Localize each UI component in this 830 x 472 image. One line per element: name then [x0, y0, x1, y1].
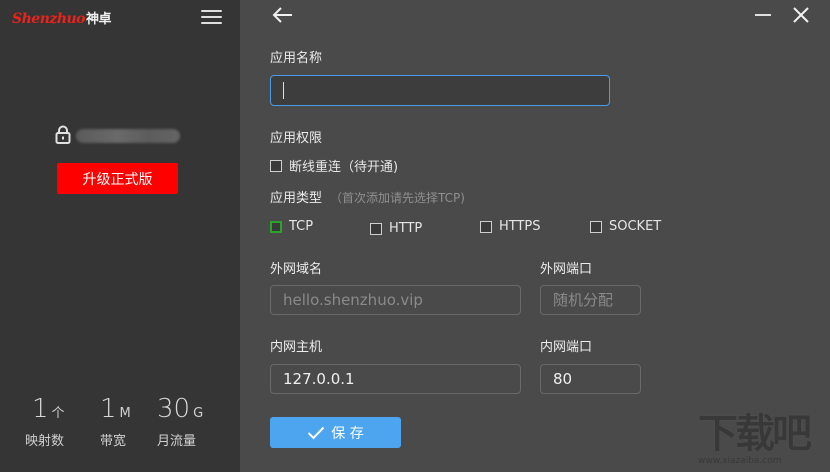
upgrade-button[interactable]: 升级正式版: [57, 163, 178, 194]
main-panel: 应用名称 应用权限 断线重连（待开通) 应用类型 （首次添加请先选择TCP) TC…: [240, 0, 830, 472]
sidebar: Shenzhuo神卓 升级正式版 1个 映射数 1M 带宽 30 G 月流量: [0, 0, 240, 472]
ext-domain-label: 外网域名: [270, 262, 323, 277]
type-option-https[interactable]: HTTPS: [480, 219, 541, 234]
check-icon: [308, 426, 325, 439]
type-option-label: SOCKET: [609, 219, 662, 234]
int-host-input[interactable]: 127.0.0.1: [270, 364, 521, 394]
minimize-icon[interactable]: [755, 14, 771, 16]
type-option-http[interactable]: HTTP: [370, 221, 422, 236]
type-option-label: HTTP: [389, 221, 423, 236]
checkbox-box[interactable]: [270, 159, 282, 172]
save-button[interactable]: 保 存: [270, 417, 401, 448]
stat-mappings: 1个 映射数: [25, 394, 65, 449]
int-host-label: 内网主机: [270, 340, 323, 355]
stat-unit: M: [119, 406, 131, 421]
app-name-input[interactable]: [270, 75, 610, 106]
reconnect-checkbox[interactable]: 断线重连（待开通): [270, 156, 398, 175]
stat-label: 映射数: [25, 434, 65, 449]
menu-icon[interactable]: [201, 10, 222, 24]
username-blurred: [76, 129, 180, 143]
close-icon[interactable]: [792, 6, 810, 24]
checkbox-box[interactable]: [590, 220, 602, 233]
app-type-hint: （首次添加请先选择TCP): [330, 191, 465, 205]
type-option-tcp[interactable]: TCP: [270, 219, 313, 234]
logo-latin: Shenzhuo: [12, 11, 86, 27]
lock-icon: [55, 125, 71, 144]
permission-label: 应用权限: [270, 131, 323, 146]
stat-label: 月流量: [157, 434, 197, 449]
int-port-label: 内网端口: [540, 340, 593, 355]
stat-unit: G: [193, 406, 204, 421]
stat-unit: 个: [51, 406, 65, 421]
type-option-label: TCP: [289, 219, 314, 234]
text-caret: [283, 82, 284, 99]
back-arrow-icon[interactable]: [272, 6, 294, 24]
int-port-input[interactable]: 80: [540, 364, 641, 394]
checkbox-box[interactable]: [370, 222, 382, 235]
ext-port-input[interactable]: 随机分配: [540, 285, 641, 315]
type-option-socket[interactable]: SOCKET: [590, 219, 661, 234]
stat-value: 1: [100, 394, 117, 424]
app-type-title: 应用类型: [270, 191, 323, 206]
logo-cn: 神卓: [86, 12, 112, 27]
ext-port-label: 外网端口: [540, 262, 593, 277]
app-type-label: 应用类型 （首次添加请先选择TCP): [270, 187, 465, 206]
checkbox-box-checked[interactable]: [270, 220, 282, 233]
stat-bandwidth: 1M 带宽: [100, 394, 131, 449]
watermark-url: www.xiazaiba.com: [698, 456, 782, 466]
app-logo: Shenzhuo神卓: [12, 8, 112, 27]
reconnect-label: 断线重连（待开通): [289, 160, 399, 175]
type-option-label: HTTPS: [499, 219, 541, 234]
checkbox-box[interactable]: [480, 220, 492, 233]
stat-value: 30: [157, 394, 191, 424]
app-name-label: 应用名称: [270, 51, 323, 66]
watermark-text: 下载吧: [698, 411, 812, 457]
stat-monthly-traffic: 30 G 月流量: [157, 394, 203, 449]
stat-label: 带宽: [100, 434, 127, 449]
save-label: 保 存: [331, 425, 364, 442]
stat-value: 1: [32, 394, 49, 424]
ext-domain-input[interactable]: hello.shenzhuo.vip: [270, 285, 521, 315]
watermark: 下载吧 www.xiazaiba.com: [698, 412, 828, 470]
